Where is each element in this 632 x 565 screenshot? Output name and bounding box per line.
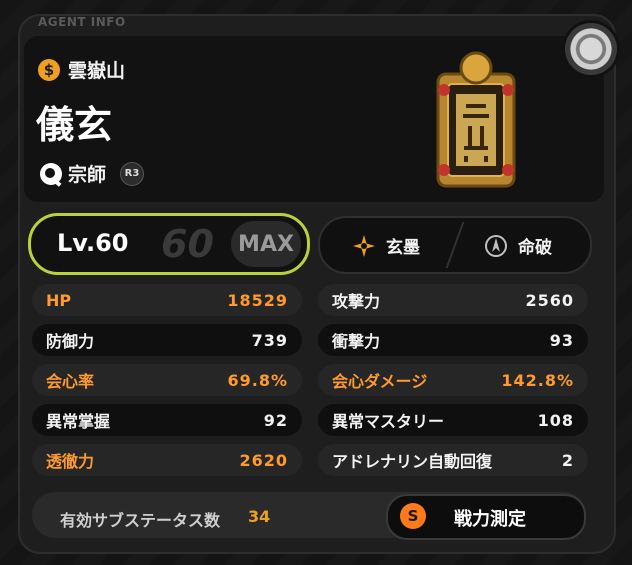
stat-value: 142.8% xyxy=(501,370,574,390)
stat-row-anomaly-proficiency: 異常掌握 92 xyxy=(32,404,302,436)
stat-value: 739 xyxy=(251,330,288,350)
stat-label: 透徹力 xyxy=(46,452,95,471)
stat-row-anomaly-mastery: 異常マスタリー 108 xyxy=(318,404,588,436)
stat-value: 2620 xyxy=(239,450,288,470)
stat-value: 69.8% xyxy=(227,370,288,390)
rank-name: 宗師 xyxy=(68,164,107,186)
stat-label: 会心率 xyxy=(46,372,95,391)
stat-label: アドレナリン自動回復 xyxy=(332,452,493,471)
stat-value: 2560 xyxy=(525,290,574,310)
substat-count-label: 有効サブステータス数 xyxy=(60,511,221,530)
faction-plaque-icon xyxy=(436,51,516,188)
stat-label: 攻撃力 xyxy=(332,292,381,311)
stat-row-attack: 攻撃力 2560 xyxy=(318,284,588,316)
stat-row-pen: 透徹力 2620 xyxy=(32,444,302,476)
power-measure-label[interactable]: 戦力測定 xyxy=(454,505,526,531)
q-rank-icon xyxy=(40,162,62,185)
stat-label: 防御力 xyxy=(46,332,95,351)
skill-item-xuanmo[interactable]: 玄墨 xyxy=(352,233,420,258)
settings-dial-button[interactable] xyxy=(562,20,620,78)
panel-header: AGENT INFO xyxy=(38,15,126,29)
stat-row-crit-dmg: 会心ダメージ 142.8% xyxy=(318,364,588,396)
skill-name: 玄墨 xyxy=(386,238,420,258)
stat-value: 108 xyxy=(537,410,574,430)
skill-divider xyxy=(445,222,465,268)
level-display: Lv.60 60 MAX xyxy=(28,213,310,275)
stat-value: 18529 xyxy=(227,290,288,310)
faction-name: 雲嶽山 xyxy=(68,60,126,82)
stat-row-impact: 衝撃力 93 xyxy=(318,324,588,356)
power-coin-icon: S xyxy=(400,503,426,529)
stat-label: HP xyxy=(46,290,72,310)
stat-value: 92 xyxy=(263,410,288,430)
stat-value: 2 xyxy=(561,450,574,470)
faction-row: $ 雲嶽山 xyxy=(38,56,125,83)
skill-item-mingpo[interactable]: 命破 xyxy=(484,233,552,258)
stat-label: 衝撃力 xyxy=(332,332,381,351)
stat-label: 会心ダメージ xyxy=(332,372,428,391)
stat-row-defense: 防御力 739 xyxy=(32,324,302,356)
stat-row-adrenaline-regen: アドレナリン自動回復 2 xyxy=(318,444,588,476)
level-label: Lv.60 xyxy=(57,229,129,257)
max-badge: MAX xyxy=(231,221,301,267)
rank-badge: R3 xyxy=(120,161,145,186)
stat-row-hp: HP 18529 xyxy=(32,284,302,316)
faction-coin-icon: $ xyxy=(38,58,60,81)
spike-emblem-icon xyxy=(485,234,507,257)
level-cap: 60 xyxy=(161,222,214,266)
agent-name: 儀玄 xyxy=(36,103,113,147)
skill-panel: 玄墨 命破 xyxy=(318,216,592,274)
skill-name: 命破 xyxy=(518,238,552,258)
stat-value: 93 xyxy=(549,330,574,350)
shuriken-icon xyxy=(353,234,375,257)
substat-count-value: 34 xyxy=(248,507,271,526)
stat-label: 異常掌握 xyxy=(46,412,111,431)
stat-row-crit-rate: 会心率 69.8% xyxy=(32,364,302,396)
stat-label: 異常マスタリー xyxy=(332,412,445,431)
rank-row: 宗師 R3 xyxy=(40,160,145,187)
